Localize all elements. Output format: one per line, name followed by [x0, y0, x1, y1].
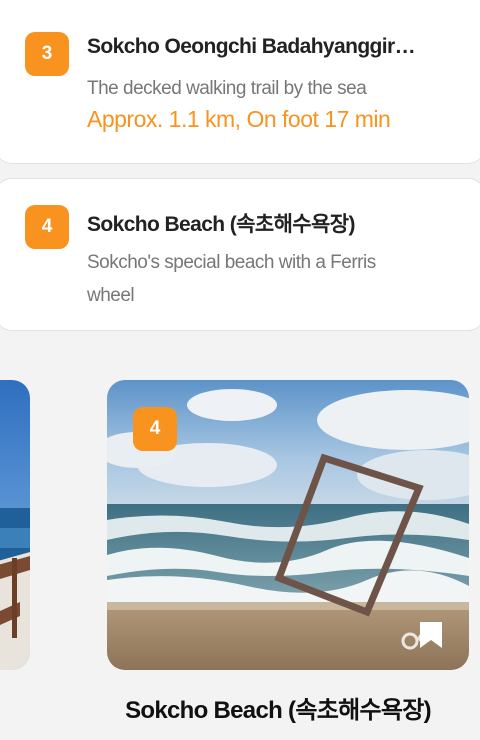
spot-description: The decked walking trail by the sea	[87, 78, 367, 99]
previous-spot-photo[interactable]	[0, 380, 30, 670]
spot-number-badge: 4	[133, 407, 177, 451]
spot-photo-caption: Sokcho Beach (속초해수욕장)	[125, 697, 432, 724]
spot-number-badge: 4	[25, 205, 69, 249]
spot-card-3[interactable]: 3 Sokcho Oeongchi Badahyanggir… The deck…	[0, 0, 480, 164]
spot-description: Sokcho's special beach with a Ferris whe…	[87, 252, 376, 306]
spot-number-badge: 3	[25, 32, 69, 76]
boardwalk-sea-photo	[0, 380, 30, 670]
bookmark-icon[interactable]	[418, 620, 444, 650]
spot-distance: Approx. 1.1 km, On foot 17 min	[87, 106, 391, 132]
spot-title: Sokcho Beach (속초해수욕장)	[87, 213, 355, 236]
spot-card-4[interactable]: 4 Sokcho Beach (속초해수욕장) Sokcho's special…	[0, 178, 480, 331]
spot-title: Sokcho Oeongchi Badahyanggir…	[87, 35, 416, 58]
